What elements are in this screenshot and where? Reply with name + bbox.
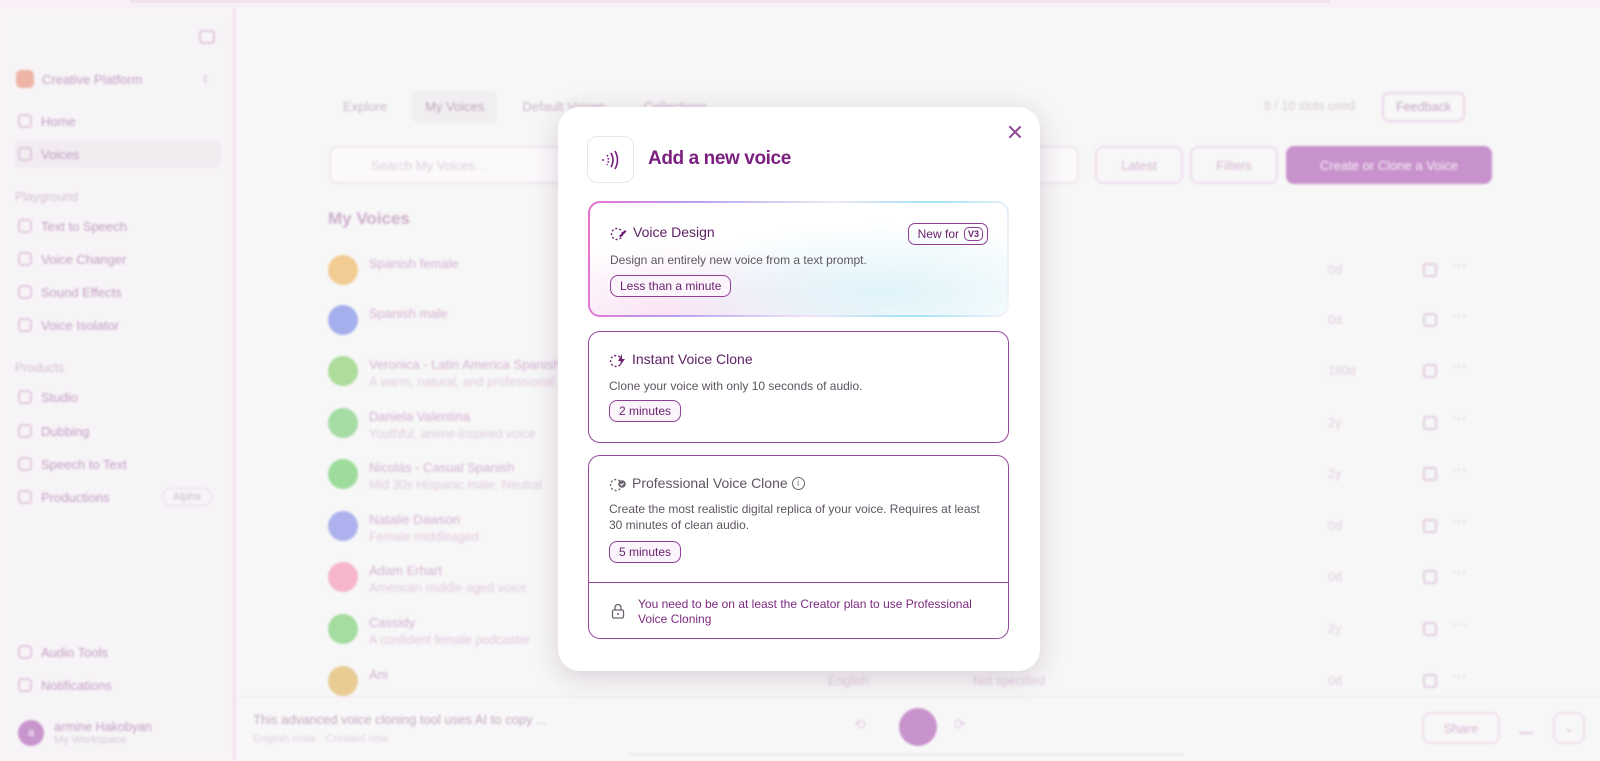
professional-voice-clone-option[interactable]: Professional Voice Clone i Create the mos… bbox=[588, 455, 1009, 639]
instant-voice-clone-title: Instant Voice Clone bbox=[632, 351, 753, 367]
add-voice-modal: Add a new voice Voice Design New for V3 … bbox=[558, 107, 1040, 671]
lock-icon bbox=[611, 603, 625, 619]
duration-badge: 2 minutes bbox=[609, 400, 682, 422]
new-for-v3-badge: New for V3 bbox=[907, 223, 988, 245]
instant-voice-clone-description: Clone your voice with only 10 seconds of… bbox=[609, 379, 863, 393]
voice-design-title: Voice Design bbox=[633, 224, 715, 240]
voice-design-icon bbox=[610, 227, 627, 241]
plan-requirement-notice: You need to be on at least the Creator p… bbox=[589, 582, 1008, 638]
v3-tag: V3 bbox=[963, 227, 983, 241]
duration-badge: Less than a minute bbox=[610, 275, 732, 297]
professional-title-text: Professional Voice Clone bbox=[632, 475, 788, 491]
instant-voice-clone-option[interactable]: Instant Voice Clone Clone your voice wit… bbox=[588, 331, 1009, 443]
modal-title: Add a new voice bbox=[648, 148, 791, 169]
voice-waves-icon bbox=[587, 136, 634, 183]
voice-design-option[interactable]: Voice Design New for V3 Design an entire… bbox=[588, 201, 1009, 317]
badge-text: New for bbox=[917, 227, 959, 241]
plan-requirement-text: You need to be on at least the Creator p… bbox=[638, 597, 972, 626]
close-icon[interactable] bbox=[1008, 125, 1022, 139]
professional-clone-icon bbox=[609, 478, 626, 492]
voice-design-description: Design an entirely new voice from a text… bbox=[610, 253, 867, 267]
duration-badge: 5 minutes bbox=[609, 541, 682, 563]
professional-voice-clone-description: Create the most realistic digital replic… bbox=[609, 502, 980, 532]
instant-clone-icon bbox=[609, 354, 625, 368]
info-icon[interactable]: i bbox=[791, 476, 805, 490]
professional-voice-clone-title: Professional Voice Clone i bbox=[632, 475, 805, 491]
